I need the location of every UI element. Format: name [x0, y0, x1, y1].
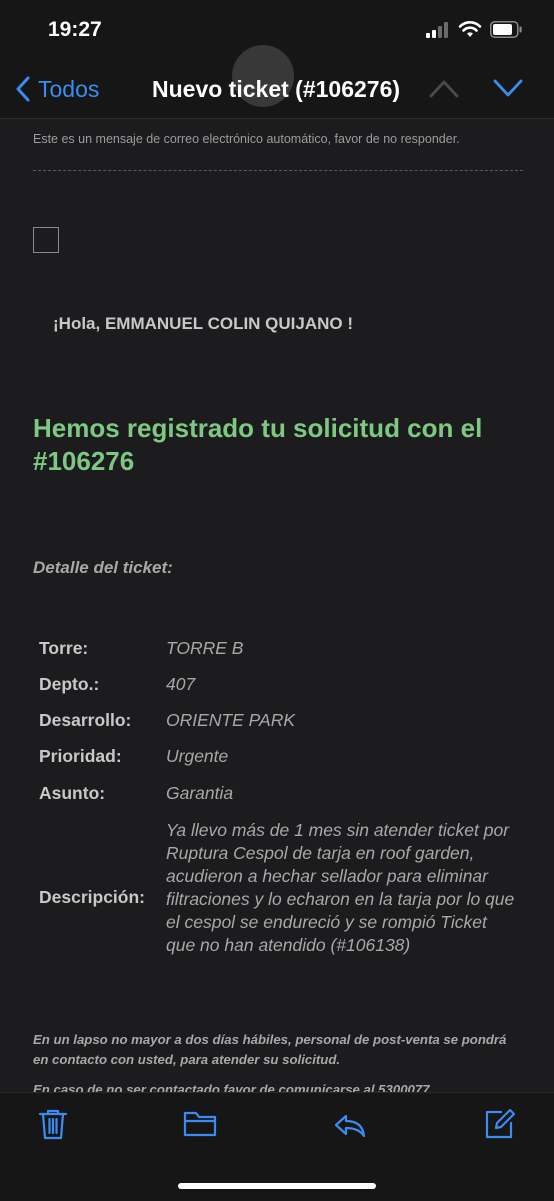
trash-icon[interactable] [36, 1107, 70, 1141]
detail-value-prioridad: Urgente [166, 746, 229, 766]
contact-note: En un lapso no mayor a dos días hábiles,… [33, 1032, 507, 1067]
ticket-headline: Hemos registrado tu solicitud con el #10… [33, 413, 483, 476]
broken-image-placeholder [33, 227, 59, 253]
detail-label-descripcion: Descripción: [39, 887, 145, 907]
divider [33, 170, 523, 171]
back-chevron-icon [16, 76, 30, 102]
home-indicator [178, 1183, 376, 1189]
wifi-icon [458, 21, 482, 37]
detail-label-prioridad: Prioridad: [39, 746, 122, 766]
cellular-signal-icon [426, 22, 452, 38]
email-body[interactable]: Este es un mensaje de correo electrónico… [0, 119, 554, 1092]
detail-label-depto: Depto.: [39, 674, 100, 694]
ticket-detail-title: Detalle del ticket: [33, 558, 173, 577]
auto-message-notice: Este es un mensaje de correo electrónico… [33, 132, 460, 146]
back-label: Todos [38, 75, 100, 102]
detail-value-torre: TORRE B [166, 638, 244, 658]
back-button[interactable]: Todos [16, 74, 99, 104]
detail-value-asunto: Garantia [166, 783, 234, 803]
detail-value-descripcion: Ya llevo más de 1 mes sin atender ticket… [166, 820, 515, 955]
chevron-down-icon[interactable] [492, 77, 524, 99]
greeting: ¡Hola, EMMANUEL COLIN QUIJANO ! [53, 314, 354, 333]
contact-note-continued: En caso de no ser contactado favor de co… [33, 1082, 430, 1092]
battery-icon [490, 21, 522, 38]
detail-label-desarrollo: Desarrollo: [39, 710, 132, 730]
detail-label-torre: Torre: [39, 638, 89, 658]
chevron-up-icon[interactable] [428, 77, 460, 99]
folder-icon[interactable] [183, 1107, 217, 1141]
message-title: Nuevo ticket (#106276) [152, 76, 401, 102]
reply-icon[interactable] [333, 1107, 367, 1141]
detail-label-asunto: Asunto: [39, 783, 106, 803]
detail-value-depto: 407 [166, 674, 196, 694]
mail-nav-bar: Todos Nuevo ticket (#106276) [0, 45, 554, 119]
status-time: 19:27 [48, 18, 102, 41]
detail-value-desarrollo: ORIENTE PARK [166, 710, 296, 730]
compose-icon[interactable] [482, 1107, 516, 1141]
